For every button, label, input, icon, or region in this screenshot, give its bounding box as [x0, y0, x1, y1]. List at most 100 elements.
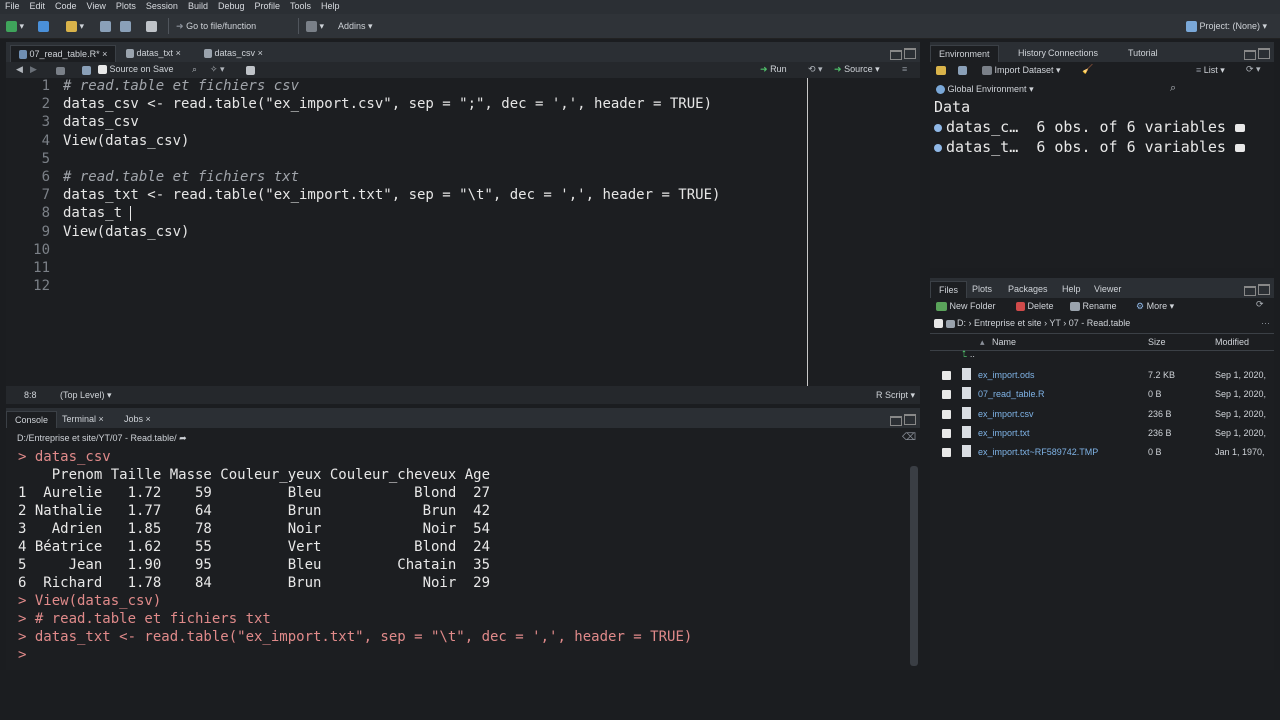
table-view-icon[interactable] [1235, 143, 1245, 152]
close-icon[interactable]: × [102, 49, 107, 59]
run-button[interactable]: ➜ Run [760, 64, 787, 75]
goto-file-button[interactable]: ➜ Go to file/function [176, 19, 256, 33]
table-view-icon[interactable] [1235, 123, 1245, 132]
menu-session[interactable]: Session [141, 0, 183, 11]
code-line[interactable]: datas_csv [63, 113, 139, 131]
parent-dir-row[interactable]: ⮤ .. [962, 349, 975, 360]
select-all-checkbox[interactable] [934, 319, 943, 329]
rerun-icon[interactable]: ⟲ ▾ [808, 64, 823, 75]
code-line[interactable]: datas_t [63, 204, 122, 222]
source-on-save-checkbox[interactable]: Source on Save [98, 64, 174, 75]
tab-datas-csv[interactable]: datas_csv × [196, 45, 271, 61]
refresh-icon[interactable]: ⟳ [1256, 299, 1264, 310]
save-workspace-icon[interactable] [958, 65, 967, 76]
menu-code[interactable]: Code [50, 0, 82, 11]
grid-layout-button[interactable]: ▾ [306, 19, 324, 33]
tab-connections[interactable]: Connections [1040, 45, 1106, 61]
file-name[interactable]: ex_import.ods [978, 370, 1035, 380]
clear-console-icon[interactable]: ⌫ [902, 432, 916, 443]
go-to-directory-icon[interactable]: ➦ [179, 433, 187, 443]
file-row[interactable]: 07_read_table.R 0 B Sep 1, 2020, [930, 385, 1280, 404]
tab-07-read-table[interactable]: 07_read_table.R* × [10, 45, 117, 62]
menu-plots[interactable]: Plots [111, 0, 141, 11]
close-icon[interactable]: × [176, 48, 181, 58]
more-options-icon[interactable]: ⋯ [1261, 318, 1270, 329]
tab-terminal[interactable]: Terminal × [54, 411, 112, 427]
minimize-icon[interactable] [890, 416, 902, 426]
file-checkbox[interactable] [942, 428, 951, 438]
compile-report-icon[interactable] [246, 65, 255, 76]
import-dataset-button[interactable]: Import Dataset ▾ [982, 65, 1061, 76]
file-name[interactable]: 07_read_table.R [978, 389, 1045, 399]
env-row[interactable]: datas_t… 6 obs. of 6 variables [934, 138, 1245, 156]
breadcrumb-item[interactable]: D: [957, 318, 966, 328]
expand-icon[interactable] [934, 143, 942, 152]
new-file-button[interactable]: ▾ [6, 19, 24, 33]
col-name[interactable]: Name [992, 337, 1016, 347]
refresh-icon[interactable]: ⟳ ▾ [1246, 64, 1261, 75]
show-in-window-icon[interactable] [56, 65, 65, 75]
forward-icon[interactable]: ▶ [30, 64, 37, 75]
view-mode-selector[interactable]: ≡ List ▾ [1196, 65, 1225, 76]
broom-icon[interactable]: 🧹 [1082, 64, 1093, 75]
maximize-icon[interactable] [1258, 48, 1270, 59]
tab-console[interactable]: Console [6, 411, 58, 428]
project-menu[interactable]: Project: (None) ▾ [1186, 19, 1267, 33]
minimize-icon[interactable] [1244, 286, 1256, 296]
delete-button[interactable]: Delete [1016, 301, 1054, 312]
save-icon[interactable] [82, 65, 91, 76]
print-button[interactable] [146, 19, 157, 33]
tab-help[interactable]: Help [1054, 281, 1089, 297]
code-line[interactable]: # read.table et fichiers csv [63, 77, 299, 95]
search-icon[interactable]: ⌕ [192, 64, 197, 75]
col-size[interactable]: Size [1148, 337, 1166, 347]
breadcrumb-item[interactable]: YT [1049, 318, 1060, 328]
minimize-icon[interactable] [890, 50, 902, 60]
tab-plots[interactable]: Plots [964, 281, 1000, 297]
addins-button[interactable]: Addins ▾ [338, 19, 373, 33]
file-row[interactable]: ex_import.ods 7.2 KB Sep 1, 2020, [930, 366, 1280, 385]
tab-viewer[interactable]: Viewer [1086, 281, 1129, 297]
file-row[interactable]: ex_import.txt~RF589742.TMP 0 B Jan 1, 1970… [930, 443, 1280, 462]
menu-build[interactable]: Build [183, 0, 213, 11]
file-row[interactable]: ex_import.csv 236 B Sep 1, 2020, [930, 405, 1280, 424]
menu-view[interactable]: View [82, 0, 111, 11]
file-name[interactable]: ex_import.txt~RF589742.TMP [978, 447, 1098, 457]
breadcrumb-item[interactable]: Entreprise et site [974, 318, 1042, 328]
save-button[interactable] [100, 19, 111, 33]
file-name[interactable]: ex_import.csv [978, 409, 1034, 419]
file-checkbox[interactable] [942, 371, 951, 380]
code-area[interactable]: 1 # read.table et fichiers csv 2 datas_csv … [6, 77, 806, 297]
tab-tutorial[interactable]: Tutorial [1120, 45, 1166, 61]
close-icon[interactable]: × [258, 48, 263, 58]
tab-environment[interactable]: Environment [930, 45, 999, 62]
tab-packages[interactable]: Packages [1000, 281, 1056, 297]
tab-datas-txt[interactable]: datas_txt × [118, 45, 189, 61]
code-line[interactable]: datas_txt <- read.table("ex_import.txt",… [63, 186, 720, 204]
source-button[interactable]: ➜ Source ▾ [834, 64, 880, 75]
file-row[interactable]: ex_import.txt 236 B Sep 1, 2020, [930, 424, 1280, 443]
menu-profile[interactable]: Profile [250, 0, 286, 11]
scope-dropdown[interactable]: Global Environment ▾ [936, 84, 1034, 95]
menu-edit[interactable]: Edit [25, 0, 51, 11]
open-file-button[interactable]: ▾ [66, 19, 84, 33]
minimize-icon[interactable] [1244, 50, 1256, 60]
new-folder-button[interactable]: New Folder [936, 301, 996, 312]
maximize-icon[interactable] [904, 48, 916, 59]
maximize-icon[interactable] [904, 414, 916, 425]
code-line[interactable]: View(datas_csv) [63, 223, 189, 241]
menu-help[interactable]: Help [316, 0, 345, 11]
close-icon[interactable]: × [99, 414, 104, 424]
outline-icon[interactable]: ≡ [902, 64, 907, 74]
file-checkbox[interactable] [942, 409, 951, 419]
close-icon[interactable]: × [146, 414, 151, 424]
more-button[interactable]: ⚙ More ▾ [1136, 301, 1174, 312]
env-row[interactable]: datas_c… 6 obs. of 6 variables [934, 118, 1245, 136]
file-checkbox[interactable] [942, 448, 951, 458]
file-name[interactable]: ex_import.txt [978, 428, 1030, 438]
tab-jobs[interactable]: Jobs × [116, 411, 159, 427]
back-icon[interactable]: ◀ [16, 64, 23, 75]
file-type-selector[interactable]: R Script ▾ [876, 390, 915, 401]
new-project-button[interactable] [38, 19, 49, 33]
code-line[interactable]: View(datas_csv) [63, 132, 189, 150]
